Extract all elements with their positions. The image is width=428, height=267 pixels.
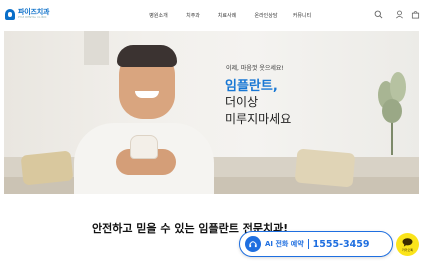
- logo[interactable]: 파이즈치과 PYIZ DENTAL CLINIC: [5, 9, 49, 20]
- nav-item-periodontics[interactable]: 치주과: [177, 12, 209, 19]
- user-icon[interactable]: [395, 10, 404, 19]
- bag-icon[interactable]: [411, 10, 420, 19]
- hero-headline-implant: 임플란트,: [225, 79, 278, 94]
- nav-item-consult[interactable]: 온라인상담: [245, 12, 287, 19]
- wall-frame: [84, 31, 109, 65]
- phone-number: 1555-3459: [312, 238, 370, 250]
- hero-tagline: 이제, 마음껏 웃으세요!: [226, 65, 284, 72]
- tooth-logo-icon: [5, 9, 15, 20]
- ai-reservation-label: AI 전화 예약: [265, 240, 304, 248]
- nav-item-about[interactable]: 병원소개: [140, 12, 177, 19]
- tooth-model-image: [130, 135, 158, 159]
- headset-icon: [245, 236, 261, 252]
- plant-image: [378, 72, 406, 155]
- search-icon[interactable]: [374, 10, 383, 19]
- nav-item-cases[interactable]: 치료사례: [209, 12, 245, 19]
- ai-phone-reservation-button[interactable]: AI 전화 예약 1555-3459: [239, 231, 393, 257]
- hero-banner: 이제, 마음껏 웃으세요! 임플란트, 더이상 미루지마세요: [4, 31, 419, 194]
- hero-headline-line2: 더이상: [225, 95, 259, 109]
- kakao-label: 카카오톡: [401, 247, 414, 252]
- divider: [307, 239, 309, 249]
- chat-bubble-icon: [402, 237, 413, 247]
- kakao-chat-button[interactable]: 카카오톡: [396, 233, 419, 256]
- header: 파이즈치과 PYIZ DENTAL CLINIC 병원소개 치주과 치료사례 온…: [0, 0, 428, 30]
- main-nav: 병원소개 치주과 치료사례 온라인상담 커뮤니티: [140, 12, 317, 19]
- pillow: [20, 150, 74, 186]
- logo-subtext: PYIZ DENTAL CLINIC: [18, 16, 47, 20]
- nav-item-community[interactable]: 커뮤니티: [287, 12, 317, 19]
- hero-headline-line3: 미루지마세요: [225, 112, 292, 126]
- pillow: [294, 148, 356, 188]
